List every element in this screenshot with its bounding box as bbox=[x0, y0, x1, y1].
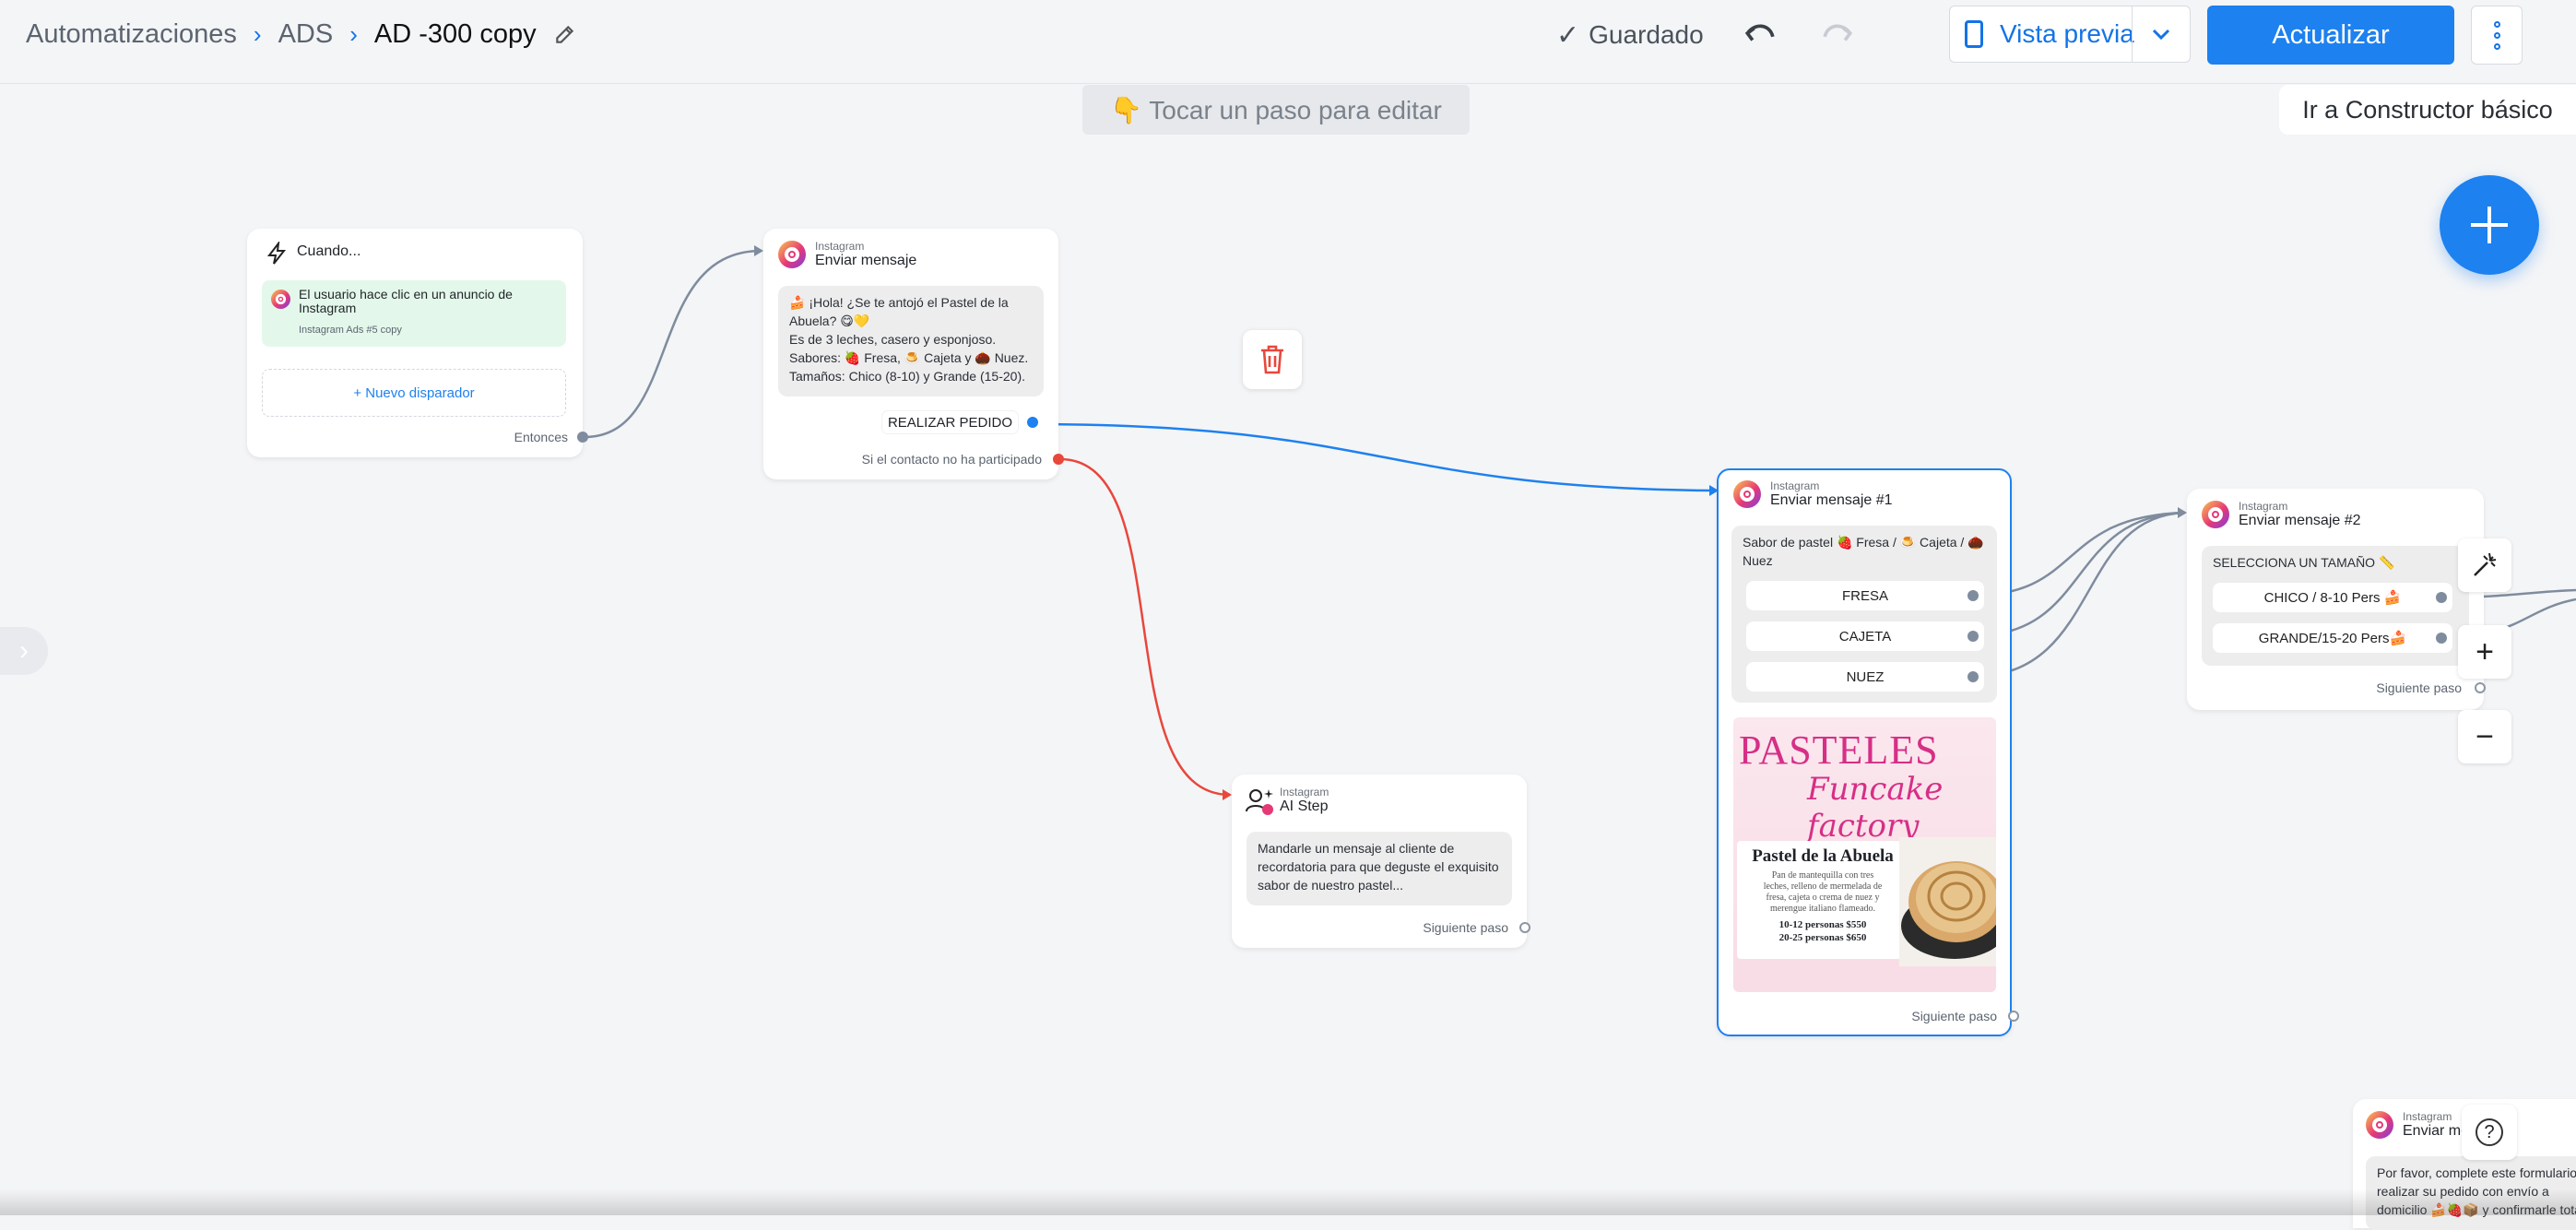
connector-arrow bbox=[754, 245, 763, 256]
next-step-label: Siguiente paso bbox=[1423, 920, 1508, 935]
connector-handle[interactable] bbox=[2436, 592, 2447, 603]
connector-handle[interactable] bbox=[1053, 454, 1064, 465]
connector-handle[interactable] bbox=[1967, 590, 1979, 601]
then-label: Entonces bbox=[514, 430, 568, 444]
ai-prompt-line: Mandarle un mensaje al cliente de bbox=[1258, 841, 1455, 856]
card-title: Enviar mensaje bbox=[815, 253, 917, 268]
quick-reply-chico[interactable]: CHICO / 8-10 Pers 🍰 bbox=[2213, 583, 2452, 612]
poster-desc-line: Pan de mantequilla con tres bbox=[1771, 870, 1874, 881]
quick-reply-grande[interactable]: GRANDE/15-20 Pers🍰 bbox=[2213, 623, 2452, 653]
connector-handle[interactable] bbox=[2436, 633, 2447, 644]
plus-icon: + bbox=[2476, 633, 2494, 669]
quick-reply-nuez[interactable]: NUEZ bbox=[1746, 662, 1984, 692]
trigger-item[interactable]: El usuario hace clic en un anuncio de In… bbox=[262, 280, 566, 347]
card-title: AI Step bbox=[1280, 798, 1329, 814]
product-poster-image: PASTELES Funcake factory Pastel de la Ab… bbox=[1733, 717, 1996, 992]
connector-handle[interactable] bbox=[1027, 417, 1038, 428]
connector-trigger-to-message bbox=[584, 249, 762, 439]
card-platform: Instagram bbox=[1280, 786, 1329, 798]
connector-handle[interactable] bbox=[1967, 671, 1979, 682]
message-line: Sabores: 🍓 Fresa, 🍮 Cajeta y 🌰 Nuez. bbox=[789, 350, 1029, 365]
connector-handle[interactable] bbox=[2008, 1011, 2019, 1022]
trigger-sub: Instagram Ads #5 copy bbox=[299, 325, 402, 336]
ai-step-card[interactable]: Instagram AI Step Mandarle un mensaje al… bbox=[1232, 775, 1530, 948]
new-trigger-button[interactable]: + Nuevo disparador bbox=[262, 369, 566, 417]
message-bubble: 🍰 ¡Hola! ¿Se te antojó el Pastel de la A… bbox=[778, 286, 1044, 396]
zoom-out-button[interactable]: − bbox=[2458, 710, 2511, 763]
trigger-text: El usuario hace clic en un anuncio de In… bbox=[299, 287, 513, 315]
message2-card[interactable]: Instagram Enviar mensaje #2 SELECCIONA U… bbox=[2187, 489, 2486, 710]
trash-icon bbox=[1261, 345, 1283, 374]
message-line: Es de 3 leches, casero y esponjoso. bbox=[789, 332, 997, 347]
ai-prompt-bubble: Mandarle un mensaje al cliente de record… bbox=[1247, 832, 1512, 905]
poster-price: 20-25 personas $650 bbox=[1778, 932, 1867, 943]
connector-arrow bbox=[2178, 507, 2187, 518]
quick-reply-fresa[interactable]: FRESA bbox=[1746, 581, 1984, 610]
order-button[interactable]: REALIZAR PEDIDO bbox=[881, 411, 1018, 433]
card-platform: Instagram bbox=[1770, 479, 1820, 492]
card-title: Enviar mensaje #1 bbox=[1770, 492, 1893, 508]
connector-noreply-to-ai bbox=[1059, 457, 1231, 797]
instagram-icon bbox=[271, 290, 290, 309]
magic-wand-icon bbox=[2474, 552, 2497, 576]
poster-brand: Funcake factory bbox=[1807, 771, 1944, 845]
poster-desc-line: fresa, cajeta o crema de nuez y bbox=[1766, 893, 1880, 903]
instagram-icon bbox=[1733, 480, 1761, 508]
connector-arrow bbox=[1223, 789, 1232, 800]
partial-line: Por favor, complete este formulario bbox=[2377, 1165, 2576, 1180]
ai-prompt-line: recordatoria para que deguste el exquisi… bbox=[1258, 859, 1499, 874]
trigger-card[interactable]: Cuando... El usuario hace clic en un anu… bbox=[247, 229, 588, 457]
card-title: Enviar mensaje #2 bbox=[2239, 513, 2361, 528]
quick-reply-cajeta[interactable]: CAJETA bbox=[1746, 621, 1984, 651]
instagram-icon bbox=[778, 241, 806, 268]
poster-price: 10-12 personas $550 bbox=[1778, 919, 1867, 930]
message-line: Abuela? 😋💛 bbox=[789, 313, 870, 328]
size-prompt: SELECCIONA UN TAMAÑO 📏 bbox=[2213, 555, 2395, 570]
delete-button[interactable] bbox=[1243, 330, 1302, 389]
lightning-icon bbox=[266, 242, 287, 265]
next-step-label: Siguiente paso bbox=[1911, 1009, 1997, 1023]
message-line: Tamaños: Chico (8-10) y Grande (15-20). bbox=[789, 369, 1025, 384]
instagram-icon bbox=[2366, 1111, 2393, 1139]
connector-handle[interactable] bbox=[577, 432, 588, 443]
poster-info-panel: Pastel de la Abuela Pan de mantequilla c… bbox=[1737, 841, 1908, 959]
poster-product: Pastel de la Abuela bbox=[1752, 846, 1894, 866]
help-icon: ? bbox=[2476, 1118, 2503, 1146]
cake-photo bbox=[1899, 837, 1996, 966]
card-platform: Instagram bbox=[2403, 1110, 2452, 1123]
instagram-icon bbox=[2202, 501, 2229, 528]
connector-handle[interactable] bbox=[2475, 682, 2486, 693]
poster-title: PASTELES bbox=[1739, 727, 1939, 773]
poster-desc-line: merengue italiano flameado. bbox=[1769, 904, 1876, 914]
send-message-card[interactable]: Instagram Enviar mensaje 🍰 ¡Hola! ¿Se te… bbox=[763, 229, 1064, 479]
connector-order-to-message1 bbox=[1032, 422, 1718, 492]
card-platform: Instagram bbox=[815, 240, 865, 253]
card-title: Enviar me bbox=[2403, 1123, 2470, 1139]
message-line: 🍰 ¡Hola! ¿Se te antojó el Pastel de la bbox=[789, 295, 1009, 310]
auto-layout-button[interactable] bbox=[2458, 538, 2511, 592]
ai-prompt-line: sabor de nuestro pastel... bbox=[1258, 878, 1403, 893]
no-reply-label: Si el contacto no ha participado bbox=[861, 452, 1042, 467]
trigger-title: Cuando... bbox=[297, 243, 361, 259]
flavor-prompt-line: Sabor de pastel 🍓 Fresa / 🍮 Cajeta / 🌰 bbox=[1743, 535, 1984, 550]
bottom-shadow bbox=[0, 1189, 2576, 1215]
connector-handle[interactable] bbox=[1519, 922, 1530, 933]
minus-icon: − bbox=[2476, 718, 2494, 754]
card-platform: Instagram bbox=[2239, 500, 2288, 513]
ai-step-icon bbox=[1246, 789, 1273, 815]
next-step-label: Siguiente paso bbox=[2376, 680, 2462, 695]
poster-desc-line: leches, relleno de mermelada de bbox=[1763, 881, 1883, 892]
flavor-prompt-line: Nuez bbox=[1743, 553, 1773, 568]
connector-handle[interactable] bbox=[1967, 631, 1979, 642]
help-button[interactable]: ? bbox=[2462, 1105, 2517, 1160]
zoom-in-button[interactable]: + bbox=[2458, 625, 2511, 679]
